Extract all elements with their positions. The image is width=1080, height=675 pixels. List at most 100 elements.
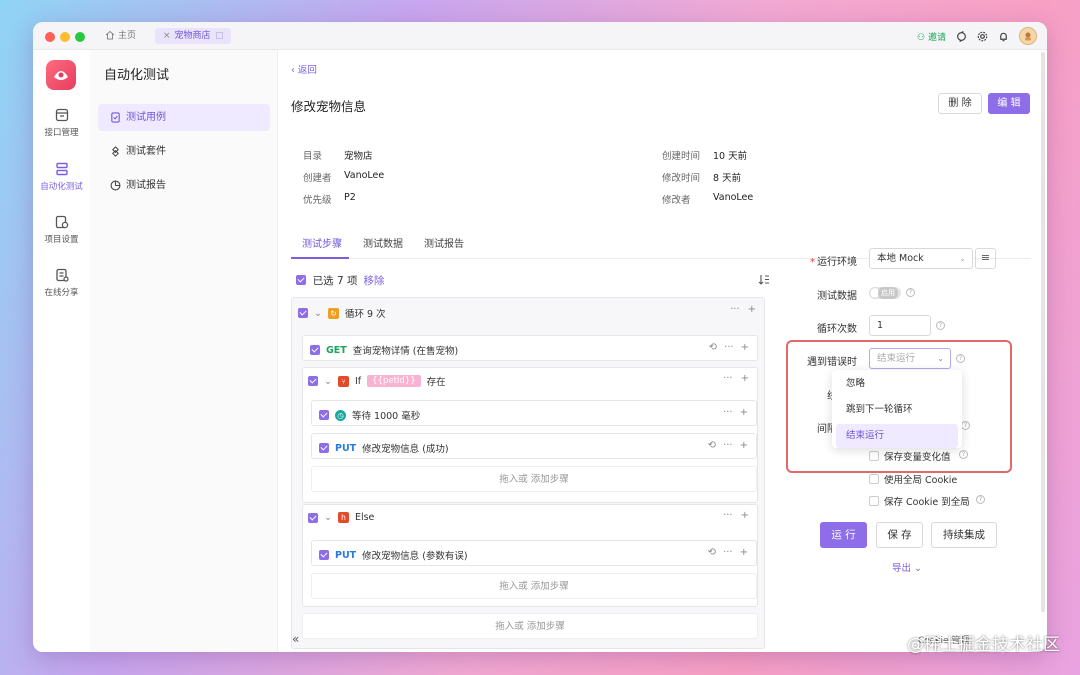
condition-variable[interactable]: {{petId}}: [367, 375, 421, 387]
step-checkbox[interactable]: [319, 410, 329, 420]
tab-pet-shop[interactable]: × 宠物商店: [155, 28, 231, 44]
drop-zone[interactable]: 拖入或 添加步骤: [311, 573, 757, 599]
back-link[interactable]: ‹ 返回: [291, 62, 317, 76]
collapse-sidebar-icon[interactable]: «: [292, 632, 299, 646]
add-icon[interactable]: +: [740, 547, 748, 558]
more-icon[interactable]: ···: [723, 547, 733, 558]
meta-label: 优先级: [303, 195, 332, 206]
chevron-down-icon[interactable]: ⌄: [324, 376, 332, 387]
maximize-window-button[interactable]: [75, 32, 85, 42]
edit-button[interactable]: 编 辑: [988, 93, 1030, 114]
more-icon[interactable]: ···: [730, 304, 740, 315]
secondary-nav: 自动化测试 测试用例 测试套件 测试报告: [90, 50, 278, 652]
nav-item-api[interactable]: 接口管理: [33, 108, 90, 138]
env-menu-button[interactable]: ≡: [975, 248, 996, 269]
save-cookie-checkbox[interactable]: 保存 Cookie 到全局: [869, 494, 970, 508]
data-toggle[interactable]: 启用: [869, 287, 901, 299]
chevron-down-icon: ⌄: [914, 563, 923, 574]
close-window-button[interactable]: [45, 32, 55, 42]
test-suite-icon: [112, 146, 119, 157]
selection-bar: 已选 7 项移除: [296, 273, 385, 288]
more-icon[interactable]: ···: [723, 510, 733, 521]
tab-steps[interactable]: 测试步骤: [291, 235, 349, 259]
app-logo[interactable]: [46, 60, 76, 90]
nav-item-settings[interactable]: 项目设置: [33, 215, 90, 245]
add-icon[interactable]: +: [740, 407, 748, 418]
sync-icon[interactable]: [956, 30, 967, 42]
app-window: 主页 × 宠物商店 ⚇ 邀请 接口管理 自动化测试 项目设置 在线分享 自动化测试…: [33, 22, 1047, 652]
meta-value-directory: 宠物店: [344, 151, 373, 162]
step-row-wait[interactable]: ◷ 等待 1000 毫秒 ··· +: [311, 400, 757, 426]
env-select[interactable]: 本地 Mock ⌄: [869, 248, 973, 269]
add-icon[interactable]: +: [741, 373, 749, 384]
home-icon: [105, 30, 115, 40]
delete-button[interactable]: 删 除: [938, 93, 982, 114]
more-icon[interactable]: ···: [724, 342, 734, 353]
else-block: ⌄ h Else ··· + PUT 修改宠物信息 (参数有误) ⟲ ··· + 拖入或 添…: [302, 504, 758, 607]
avatar[interactable]: [1019, 27, 1037, 45]
step-checkbox[interactable]: [319, 550, 329, 560]
add-icon[interactable]: +: [741, 510, 749, 521]
page-title: 修改宠物信息: [291, 99, 367, 114]
add-icon[interactable]: +: [741, 342, 749, 353]
save-button[interactable]: 保 存: [876, 522, 923, 548]
help-icon[interactable]: ?: [936, 321, 945, 330]
nav-item-automation[interactable]: 自动化测试: [33, 162, 90, 192]
close-tab-icon[interactable]: ×: [163, 31, 171, 41]
tab-data[interactable]: 测试数据: [363, 235, 403, 259]
drop-zone[interactable]: 拖入或 添加步骤: [311, 466, 757, 492]
sync-icon[interactable]: ⟲: [708, 547, 716, 558]
scrollbar[interactable]: [1041, 52, 1045, 612]
step-checkbox[interactable]: [319, 443, 329, 453]
select-all-checkbox[interactable]: [296, 275, 306, 285]
export-link[interactable]: 导出 ⌄: [892, 560, 922, 574]
drop-zone[interactable]: 拖入或 添加步骤: [302, 613, 758, 639]
meta-label: 修改时间: [662, 173, 701, 184]
meta-value-created: 10 天前: [713, 151, 748, 162]
meta-value-creator: VanoLee: [344, 170, 385, 181]
sub-item-test-suites[interactable]: 测试套件: [98, 138, 270, 165]
help-icon[interactable]: ?: [906, 288, 915, 297]
sync-icon[interactable]: ⟲: [709, 342, 717, 353]
more-icon[interactable]: ···: [723, 407, 733, 418]
step-checkbox[interactable]: [298, 308, 308, 318]
sync-icon[interactable]: ⟲: [708, 440, 716, 451]
minimize-window-button[interactable]: [60, 32, 70, 42]
method-badge: PUT: [335, 442, 357, 454]
ci-button[interactable]: 持续集成: [931, 522, 997, 548]
add-icon[interactable]: +: [748, 304, 756, 315]
chevron-down-icon[interactable]: ⌄: [324, 512, 332, 523]
add-icon[interactable]: +: [740, 440, 748, 451]
bell-icon[interactable]: [998, 31, 1009, 42]
sub-item-test-cases[interactable]: 测试用例: [98, 104, 270, 131]
remove-link[interactable]: 移除: [364, 275, 385, 287]
tab-home[interactable]: 主页: [105, 28, 136, 44]
test-case-icon: [111, 112, 120, 123]
sub-item-test-reports[interactable]: 测试报告: [98, 172, 270, 199]
meta-label: 目录: [303, 151, 323, 162]
more-icon[interactable]: ···: [723, 440, 733, 451]
report-icon: [110, 180, 121, 191]
nav-item-share[interactable]: 在线分享: [33, 268, 90, 298]
step-row-put-error[interactable]: PUT 修改宠物信息 (参数有误) ⟲ ··· +: [311, 540, 757, 566]
meta-label: 创建时间: [662, 151, 701, 162]
loop-count-input[interactable]: 1: [869, 315, 931, 336]
step-row-get[interactable]: GET 查询宠物详情 (在售宠物) ⟲ ··· +: [302, 335, 758, 361]
step-checkbox[interactable]: [308, 376, 318, 386]
meta-label: 创建者: [303, 173, 332, 184]
tab-reports[interactable]: 测试报告: [424, 235, 464, 259]
step-checkbox[interactable]: [308, 512, 318, 523]
run-button[interactable]: 运 行: [820, 522, 867, 548]
gear-icon[interactable]: [977, 31, 988, 42]
project-settings-icon: [55, 215, 68, 229]
step-row-put-success[interactable]: PUT 修改宠物信息 (成功) ⟲ ··· +: [311, 433, 757, 459]
more-icon[interactable]: ···: [723, 373, 733, 384]
invite-button[interactable]: ⚇ 邀请: [917, 30, 946, 43]
step-checkbox[interactable]: [310, 345, 320, 355]
help-icon[interactable]: ?: [976, 495, 985, 504]
loop-block: ⌄ ↻ 循环 9 次 ··· + GET 查询宠物详情 (在售宠物) ⟲ ··· + ⌄ ⑂ I…: [291, 297, 765, 649]
chevron-down-icon[interactable]: ⌄: [314, 308, 322, 319]
pin-icon[interactable]: [215, 32, 223, 39]
global-cookie-checkbox[interactable]: 使用全局 Cookie: [869, 472, 957, 486]
sort-list-icon[interactable]: [758, 274, 770, 285]
